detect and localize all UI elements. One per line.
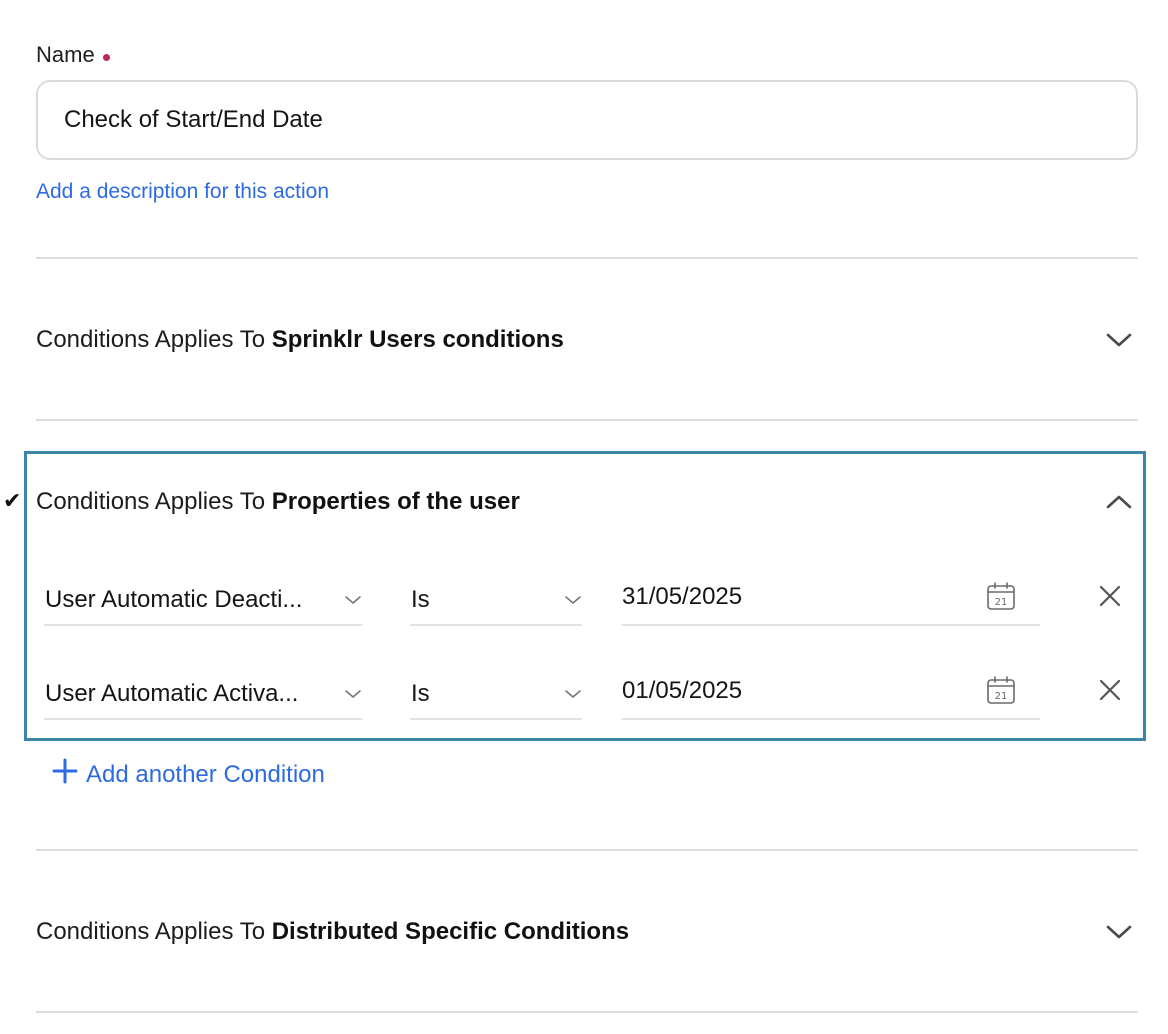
operator-select-value: Is: [411, 680, 430, 707]
name-label: Name: [36, 42, 110, 68]
field-select-value: User Automatic Deacti...: [45, 586, 303, 613]
section-distributed-specific[interactable]: Conditions Applies To Distributed Specif…: [36, 912, 1138, 952]
name-input-value: Check of Start/End Date: [64, 106, 323, 133]
svg-text:21: 21: [995, 691, 1008, 702]
date-input-value: 01/05/2025: [622, 677, 743, 704]
condition-row: User Automatic Deacti... Is 31/05/2025 2…: [44, 568, 1134, 628]
section-name: Properties of the user: [271, 488, 520, 515]
section-prefix: Conditions Applies To: [36, 488, 272, 515]
add-condition-button[interactable]: Add another Condition: [52, 758, 325, 791]
date-input-value: 31/05/2025: [622, 583, 743, 610]
chevron-down-icon: [344, 579, 362, 613]
field-select[interactable]: User Automatic Activa...: [44, 662, 362, 720]
field-select-value: User Automatic Activa...: [45, 680, 299, 707]
chevron-up-icon[interactable]: [1104, 487, 1134, 517]
add-condition-label: Add another Condition: [86, 760, 325, 788]
section-name: Sprinklr Users conditions: [271, 326, 564, 353]
section-title: Conditions Applies To Properties of the …: [36, 488, 520, 516]
operator-select[interactable]: Is: [410, 662, 582, 720]
date-input[interactable]: 31/05/2025 21: [622, 568, 1040, 626]
close-icon[interactable]: [1096, 582, 1124, 610]
svg-text:21: 21: [995, 597, 1008, 608]
section-name: Distributed Specific Conditions: [271, 918, 630, 945]
name-input[interactable]: Check of Start/End Date: [36, 80, 1138, 160]
section-title: Conditions Applies To Distributed Specif…: [36, 918, 629, 946]
divider: [36, 419, 1138, 421]
divider: [36, 257, 1138, 259]
section-title: Conditions Applies To Sprinklr Users con…: [36, 326, 564, 354]
date-input[interactable]: 01/05/2025 21: [622, 662, 1040, 720]
plus-icon: [52, 758, 78, 791]
section-prefix: Conditions Applies To: [36, 918, 272, 945]
section-properties-of-user[interactable]: Conditions Applies To Properties of the …: [36, 482, 1138, 522]
required-indicator: [102, 53, 110, 61]
calendar-icon[interactable]: 21: [986, 581, 1016, 611]
name-label-text: Name: [36, 42, 95, 67]
condition-row: User Automatic Activa... Is 01/05/2025 2…: [44, 662, 1134, 722]
chevron-down-icon: [344, 673, 362, 707]
check-icon: ✔: [3, 488, 22, 513]
chevron-down-icon[interactable]: [1104, 325, 1134, 355]
chevron-down-icon: [564, 673, 582, 707]
field-select[interactable]: User Automatic Deacti...: [44, 568, 362, 626]
rule-editor: Name Check of Start/End Date Add a descr…: [0, 0, 1168, 1034]
chevron-down-icon: [564, 579, 582, 613]
divider: [36, 1011, 1138, 1013]
close-icon[interactable]: [1096, 676, 1124, 704]
operator-select-value: Is: [411, 586, 430, 613]
section-sprinklr-users[interactable]: Conditions Applies To Sprinklr Users con…: [36, 320, 1138, 360]
operator-select[interactable]: Is: [410, 568, 582, 626]
add-description-link[interactable]: Add a description for this action: [36, 180, 329, 204]
divider: [36, 849, 1138, 851]
calendar-icon[interactable]: 21: [986, 675, 1016, 705]
section-prefix: Conditions Applies To: [36, 326, 272, 353]
chevron-down-icon[interactable]: [1104, 917, 1134, 947]
